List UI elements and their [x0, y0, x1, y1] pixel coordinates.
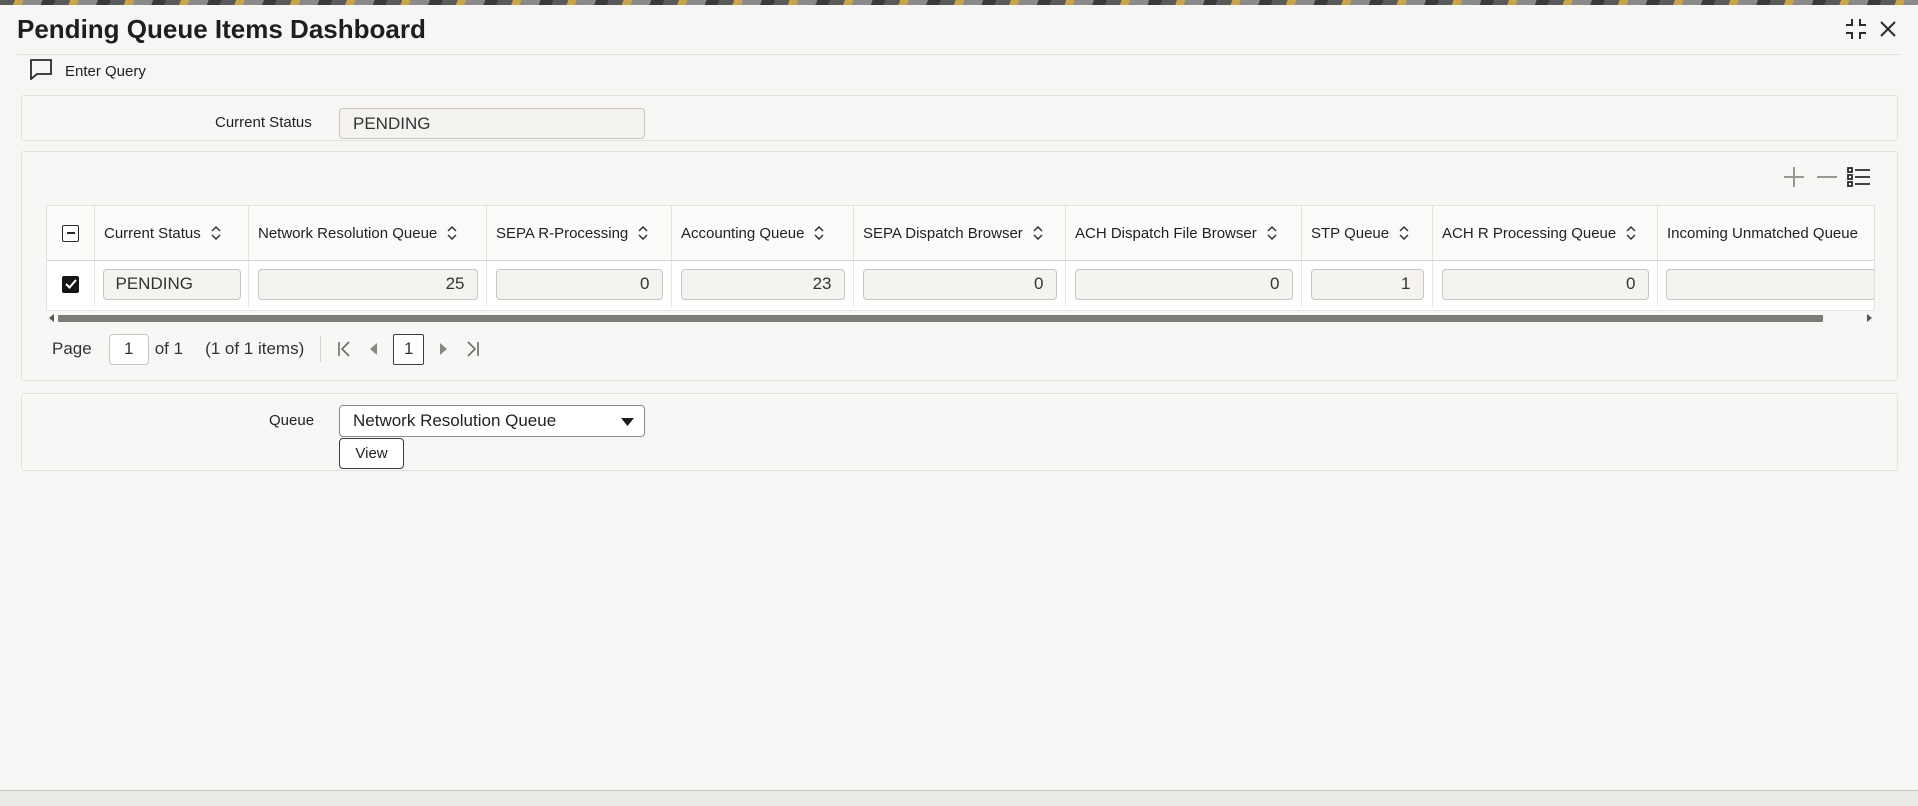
scroll-right-icon[interactable] — [1866, 314, 1872, 322]
footer-bar — [0, 791, 1918, 806]
cell-stp-queue: 1 — [1302, 261, 1433, 307]
queue-panel — [21, 393, 1898, 471]
current-status-field[interactable]: PENDING — [339, 108, 645, 139]
chevron-down-icon — [621, 418, 634, 426]
sort-icon[interactable] — [1626, 226, 1636, 240]
sort-icon[interactable] — [814, 226, 824, 240]
column-header-ach-r-processing-queue[interactable]: ACH R Processing Queue — [1433, 206, 1658, 260]
title-divider — [17, 54, 1901, 55]
column-header-sepa-r-processing[interactable]: SEPA R-Processing — [487, 206, 672, 260]
cell-ach-dispatch-file-browser: 0 — [1066, 261, 1302, 307]
current-page-button[interactable]: 1 — [393, 333, 425, 365]
select-all-checkbox[interactable] — [62, 224, 79, 242]
grid-header: Current Status Network Resolution Queue … — [47, 206, 1874, 261]
chat-bubble-icon — [29, 58, 53, 84]
page-number-input[interactable]: 1 — [108, 333, 149, 365]
queue-select-value: Network Resolution Queue — [353, 411, 557, 430]
pagination: Page 1 of 1 (1 of 1 items) 1 — [52, 332, 488, 366]
row-checkbox[interactable] — [62, 275, 79, 293]
cell-incoming-unmatched-queue — [1658, 261, 1874, 307]
horizontal-scrollbar[interactable] — [46, 311, 1875, 325]
queue-label: Queue — [269, 412, 315, 429]
last-page-icon[interactable] — [458, 334, 488, 364]
sort-icon[interactable] — [1033, 226, 1043, 240]
scroll-thumb[interactable] — [58, 315, 1823, 322]
prev-page-icon[interactable] — [359, 334, 389, 364]
column-header-ach-dispatch-file-browser[interactable]: ACH Dispatch File Browser — [1066, 206, 1302, 260]
list-settings-icon[interactable] — [1845, 162, 1873, 192]
sort-icon[interactable] — [638, 226, 648, 240]
column-header-current-status[interactable]: Current Status — [95, 206, 249, 260]
pager-divider — [320, 336, 322, 362]
enter-query-button[interactable]: Enter Query — [29, 58, 146, 84]
items-count-label: (1 of 1 items) — [205, 339, 305, 358]
cell-current-status: PENDING — [95, 261, 249, 307]
first-page-icon[interactable] — [329, 334, 359, 364]
queue-select[interactable]: Network Resolution Queue — [339, 405, 645, 437]
column-header-incoming-unmatched-queue[interactable]: Incoming Unmatched Queue — [1658, 206, 1874, 260]
cell-accounting-queue: 23 — [672, 261, 854, 307]
minus-icon[interactable] — [1813, 162, 1841, 192]
current-status-label: Current Status — [215, 114, 312, 131]
cell-ach-r-processing-queue: 0 — [1433, 261, 1658, 307]
column-header-accounting-queue[interactable]: Accounting Queue — [672, 206, 854, 260]
page-title: Pending Queue Items Dashboard — [17, 14, 426, 44]
column-header-sepa-dispatch-browser[interactable]: SEPA Dispatch Browser — [854, 206, 1066, 260]
select-all-cell — [47, 206, 95, 260]
sort-icon[interactable] — [211, 226, 221, 240]
cell-network-resolution-queue: 25 — [249, 261, 487, 307]
sort-icon[interactable] — [447, 226, 457, 240]
view-button[interactable]: View — [339, 438, 404, 469]
plus-icon[interactable] — [1780, 162, 1808, 192]
scroll-left-icon[interactable] — [49, 314, 55, 322]
enter-query-label: Enter Query — [65, 62, 146, 80]
column-header-network-resolution-queue[interactable]: Network Resolution Queue — [249, 206, 487, 260]
sort-icon[interactable] — [1267, 226, 1277, 240]
page-label: Page — [52, 339, 92, 358]
compress-icon[interactable] — [1841, 14, 1871, 44]
cell-sepa-r-processing: 0 — [487, 261, 672, 307]
page-count-label: of 1 — [154, 339, 184, 358]
pending-queue-grid: Current Status Network Resolution Queue … — [46, 205, 1875, 311]
row-select-cell — [47, 261, 95, 307]
top-banner-strip — [0, 0, 1918, 5]
table-row[interactable]: PENDING 25 0 23 0 0 1 0 — [47, 261, 1874, 307]
column-header-stp-queue[interactable]: STP Queue — [1302, 206, 1433, 260]
cell-sepa-dispatch-browser: 0 — [854, 261, 1066, 307]
sort-icon[interactable] — [1399, 226, 1409, 240]
close-icon[interactable] — [1873, 14, 1903, 44]
next-page-icon[interactable] — [428, 334, 458, 364]
